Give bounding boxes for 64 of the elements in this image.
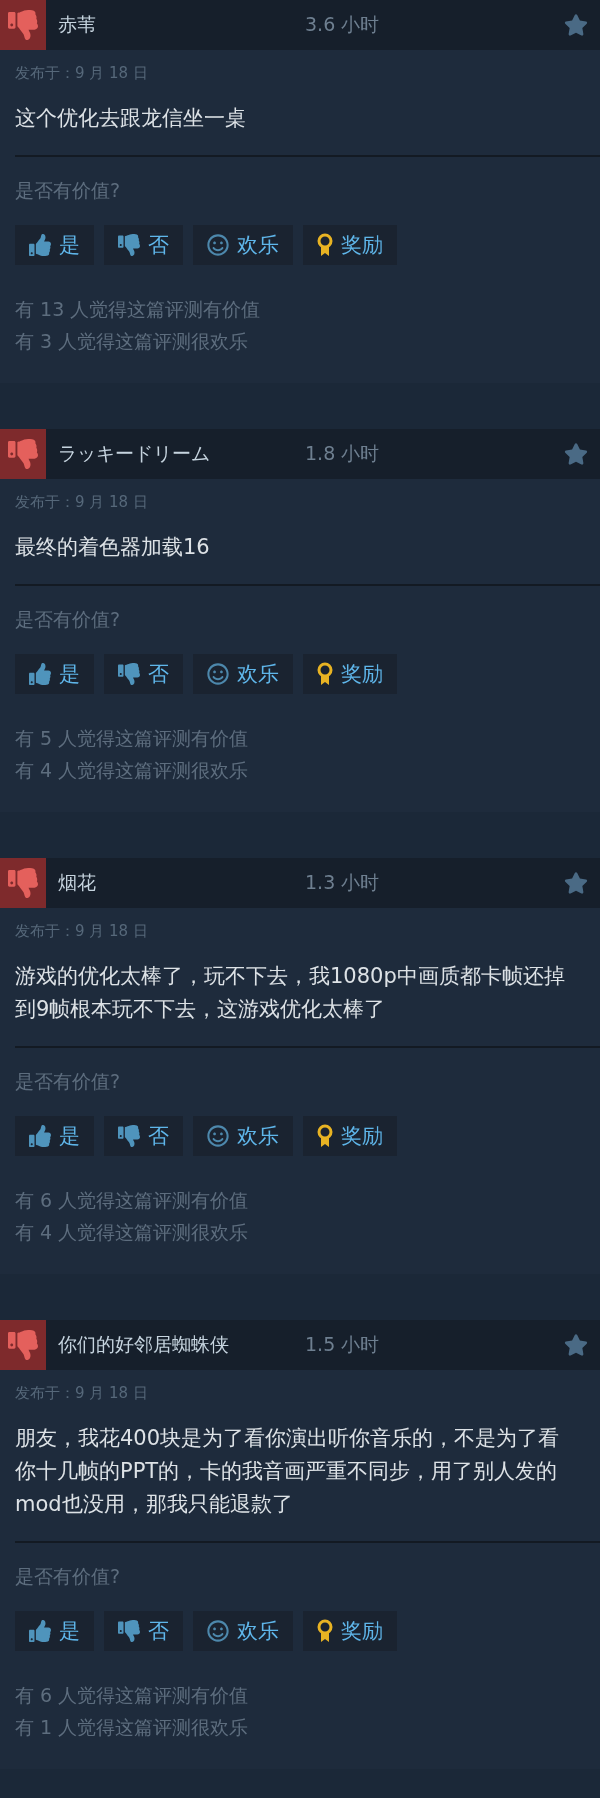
thumbs-down-icon [118, 234, 140, 256]
review-text: 最终的着色器加载16 [15, 534, 211, 561]
ribbon-medal-icon [317, 1619, 333, 1643]
no-button[interactable]: 否 [104, 1611, 183, 1651]
vote-count: 有 4 人觉得这篇评测很欢乐 [15, 758, 249, 783]
vote-count: 有 3 人觉得这篇评测很欢乐 [15, 329, 249, 354]
thumbs-up-icon [29, 1125, 51, 1147]
helpful-prompt: 是否有价值? [15, 1069, 121, 1094]
posted-date: 发布于：9 月 18 日 [15, 63, 148, 84]
vote-count: 有 4 人觉得这篇评测很欢乐 [15, 1220, 249, 1245]
award-button[interactable]: 奖励 [303, 225, 397, 265]
playtime: 1.5 小时 [305, 1332, 380, 1357]
helpful-prompt: 是否有价值? [15, 178, 121, 203]
ribbon-medal-icon [317, 662, 333, 686]
funny-button[interactable]: 欢乐 [193, 225, 293, 265]
star-icon[interactable] [564, 13, 588, 37]
smiley-icon [207, 663, 229, 685]
vote-count: 有 13 人觉得这篇评测有价值 [15, 297, 261, 322]
vote-count: 有 6 人觉得这篇评测有价值 [15, 1683, 249, 1708]
award-button[interactable]: 奖励 [303, 1116, 397, 1156]
thumbs-down-icon [118, 1620, 140, 1642]
yes-button[interactable]: 是 [15, 1116, 94, 1156]
playtime: 1.3 小时 [305, 870, 380, 895]
thumbs-up-icon [29, 234, 51, 256]
star-icon[interactable] [564, 442, 588, 466]
thumbs-down-icon [118, 1125, 140, 1147]
username[interactable]: 你们的好邻居蜘蛛侠 [58, 1332, 305, 1358]
posted-date: 发布于：9 月 18 日 [15, 1383, 148, 1404]
award-button[interactable]: 奖励 [303, 654, 397, 694]
funny-button[interactable]: 欢乐 [193, 1116, 293, 1156]
smiley-icon [207, 1125, 229, 1147]
vote-count: 有 6 人觉得这篇评测有价值 [15, 1188, 249, 1213]
username[interactable]: 烟花 [58, 870, 305, 896]
yes-button[interactable]: 是 [15, 1611, 94, 1651]
star-icon[interactable] [564, 1333, 588, 1357]
posted-date: 发布于：9 月 18 日 [15, 921, 148, 942]
star-icon[interactable] [564, 871, 588, 895]
review-text: 游戏的优化太棒了，玩不下去，我1080p中画质都卡帧还掉到9帧根本玩不下去，这游戏优化太棒了 [15, 963, 566, 1023]
thumbs-up-icon [29, 1620, 51, 1642]
thumbs-down-icon [118, 663, 140, 685]
username[interactable]: 赤苇 [58, 12, 305, 38]
smiley-icon [207, 1620, 229, 1642]
no-button[interactable]: 否 [104, 1116, 183, 1156]
review-text: 这个优化去跟龙信坐一桌 [15, 105, 247, 132]
yes-button[interactable]: 是 [15, 654, 94, 694]
username[interactable]: ラッキードリーム [58, 441, 305, 467]
ribbon-medal-icon [317, 1124, 333, 1148]
thumbs-up-icon [29, 663, 51, 685]
helpful-prompt: 是否有价值? [15, 1564, 121, 1589]
vote-count: 有 1 人觉得这篇评测很欢乐 [15, 1715, 249, 1740]
yes-button[interactable]: 是 [15, 225, 94, 265]
no-button[interactable]: 否 [104, 654, 183, 694]
posted-date: 发布于：9 月 18 日 [15, 492, 148, 513]
no-button[interactable]: 否 [104, 225, 183, 265]
playtime: 1.8 小时 [305, 441, 380, 466]
funny-button[interactable]: 欢乐 [193, 1611, 293, 1651]
smiley-icon [207, 234, 229, 256]
review-text: 朋友，我花400块是为了看你演出听你音乐的，不是为了看你十几帧的PPT的，卡的我音画严重不同步，用了别人发的mod也没用，那我只能退款了 [15, 1425, 561, 1518]
award-button[interactable]: 奖励 [303, 1611, 397, 1651]
vote-count: 有 5 人觉得这篇评测有价值 [15, 726, 249, 751]
ribbon-medal-icon [317, 233, 333, 257]
funny-button[interactable]: 欢乐 [193, 654, 293, 694]
helpful-prompt: 是否有价值? [15, 607, 121, 632]
playtime: 3.6 小时 [305, 12, 380, 37]
